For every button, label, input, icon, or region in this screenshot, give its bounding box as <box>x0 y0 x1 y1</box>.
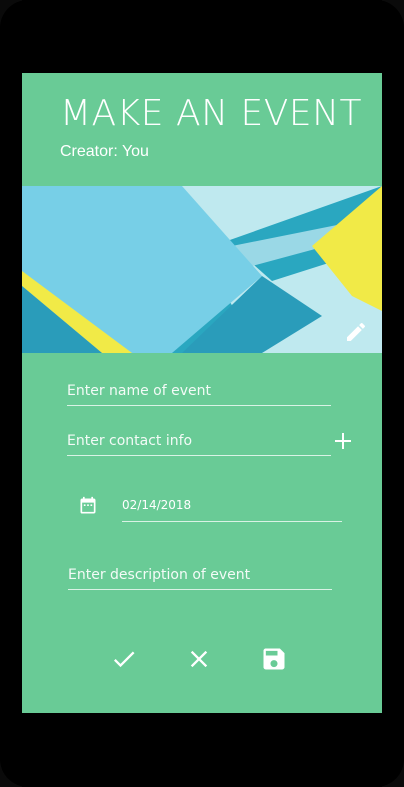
banner-artwork <box>22 186 382 353</box>
page-title: MAKE AN EVENT <box>60 93 363 134</box>
add-contact-button[interactable] <box>335 433 351 449</box>
navigation-bar-area <box>22 713 382 787</box>
event-banner-image <box>22 186 382 353</box>
event-date-value: 02/14/2018 <box>122 498 192 512</box>
calendar-icon <box>80 496 96 514</box>
cancel-button[interactable] <box>185 645 213 673</box>
status-bar-area <box>22 0 382 73</box>
save-icon <box>263 648 285 670</box>
pencil-icon <box>347 322 366 341</box>
dialog-header: MAKE AN EVENT Creator: You <box>22 73 382 186</box>
creator-label: Creator: You <box>60 143 149 160</box>
plus-icon <box>335 433 351 449</box>
close-icon <box>190 650 208 668</box>
action-bar <box>22 645 382 685</box>
check-icon <box>113 651 135 668</box>
confirm-button[interactable] <box>110 645 138 673</box>
date-picker-button[interactable] <box>78 496 98 516</box>
description-input[interactable] <box>68 567 332 589</box>
event-date-field[interactable]: 02/14/2018 <box>122 498 342 522</box>
event-name-field <box>67 383 331 406</box>
edit-banner-button[interactable] <box>344 320 368 344</box>
event-name-input[interactable] <box>67 383 331 405</box>
description-field <box>68 567 332 590</box>
event-dialog: MAKE AN EVENT Creator: You Enter name of… <box>22 73 382 713</box>
contact-info-field <box>67 433 331 456</box>
contact-info-input[interactable] <box>67 433 331 455</box>
save-button[interactable] <box>260 645 288 673</box>
